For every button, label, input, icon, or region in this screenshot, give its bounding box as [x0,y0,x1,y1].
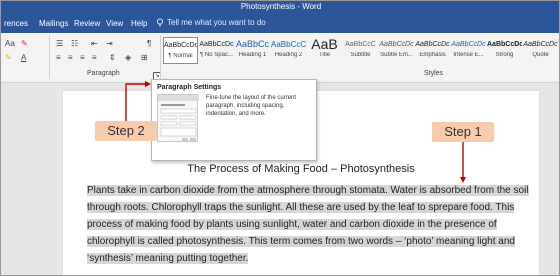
style-name: Intense E... [453,52,484,58]
lightbulb-icon [156,18,164,27]
justify-button[interactable]: ≡ [92,53,97,62]
align-right-button[interactable]: ≡ [80,53,85,62]
style-sample: AaBbCcDc [487,41,522,48]
decrease-indent-button[interactable]: ⇤ [91,39,98,48]
styles-gallery: AaBbCcDc ¶ Normal AaBbCcDc ¶ No Spac... … [163,37,558,64]
styles-group-label: Styles [424,70,444,77]
paragraph-dialog-preview-icon [158,95,199,141]
bullets-button[interactable]: ☰ [56,39,63,48]
style-name: Subtle Em... [380,52,413,58]
style-subtle-emphasis[interactable]: AaBbCcDc Subtle Em... [379,37,414,64]
style-heading-2[interactable]: AaBbCcC Heading 2 [271,37,306,64]
style-quote[interactable]: AaBbCcDc Quote [523,37,558,64]
ribbon-separator [160,35,161,79]
tab-mailings[interactable]: Mailings [39,19,68,28]
style-emphasis[interactable]: AaBbCcDc Emphasis [415,37,450,64]
style-sample: AaBbCcC [271,40,306,49]
style-normal[interactable]: AaBbCcDc ¶ Normal [163,37,198,64]
style-sample: AaBbCcDc [451,41,486,48]
change-case-button[interactable]: Aa [5,39,15,48]
ribbon-tab-bar: rences Mailings Review View Help Tell me… [1,14,559,33]
style-name: Title [318,52,331,58]
line-spacing-icon[interactable]: ⇕ [109,53,116,62]
align-left-button[interactable]: ≡ [56,53,61,62]
tab-references[interactable]: rences [4,19,28,28]
paragraph-text[interactable]: Plants take in carbon dioxide from the a… [87,185,529,264]
style-name: Strong [495,52,514,58]
style-no-spacing[interactable]: AaBbCcDc ¶ No Spac... [199,37,234,64]
tooltip-title: Paragraph Settings [157,84,222,91]
borders-icon[interactable]: ⊞ [141,53,148,62]
tab-view[interactable]: View [106,19,123,28]
style-sample: AaBbCcC [345,41,376,48]
style-name: Heading 1 [238,52,267,58]
ribbon: Aa ✎ ✎ A ☰ ☷ ⇤ ⇥ ¶ ≡ ≡ ≡ ≡ ⇕ ◈ ⊞ Paragra… [1,33,559,83]
paragraph-group-label: Paragraph [87,70,120,77]
tab-help[interactable]: Help [131,19,147,28]
paragraph-settings-tooltip: Paragraph Settings Fine-tune the layout … [151,79,317,161]
style-name: Subtitle [350,52,371,58]
style-name: Quote [532,52,549,58]
style-sample: AaB [311,37,338,52]
document-title: Photosynthesis - Word [240,2,322,11]
shading-icon[interactable]: ◈ [125,53,131,62]
style-sample: AaBbCcDc [379,41,414,48]
step-2-callout: Step 2 [95,121,157,141]
style-sample: AaBbCc [235,39,270,49]
style-sample: AaBbCcDc [415,41,450,48]
increase-indent-button[interactable]: ⇥ [106,39,113,48]
font-color-button[interactable]: A [21,53,26,62]
word-window: Photosynthesis - Word rences Mailings Re… [0,0,560,276]
style-sample: AaBbCcDc [523,41,558,48]
highlight-color-icon[interactable]: ✎ [5,53,12,62]
style-strong[interactable]: AaBbCcDc Strong [487,37,522,64]
style-name: Emphasis [419,52,446,58]
tell-me-text: Tell me what you want to do [167,18,266,27]
style-title[interactable]: AaB Title [307,37,342,64]
style-name: ¶ No Spac... [200,52,233,58]
style-heading-1[interactable]: AaBbCc Heading 1 [235,37,270,64]
tell-me-box[interactable]: Tell me what you want to do [156,18,266,27]
step-1-callout: Step 1 [432,122,494,142]
style-sample: AaBbCcDc [199,41,234,48]
title-bar: Photosynthesis - Word [1,1,559,14]
show-formatting-button[interactable]: ¶ [147,39,151,48]
ribbon-separator [49,35,50,79]
numbering-button[interactable]: ☷ [71,39,78,48]
selected-paragraph[interactable]: Plants take in carbon dioxide from the a… [87,182,533,267]
style-intense-emphasis[interactable]: AaBbCcDc Intense E... [451,37,486,64]
style-name: ¶ Normal [168,53,193,59]
style-name: Heading 2 [274,52,303,58]
align-center-button[interactable]: ≡ [68,53,73,62]
text-effects-icon[interactable]: ✎ [21,39,28,48]
style-subtitle[interactable]: AaBbCcC Subtitle [343,37,378,64]
paragraph-dialog-thumbnail [157,94,199,142]
tab-review[interactable]: Review [74,19,100,28]
tooltip-description: Fine-tune the layout of the current para… [206,95,297,117]
style-sample: AaBbCcDc [164,42,197,49]
document-heading[interactable]: The Process of Making Food – Photosynthe… [63,163,539,175]
